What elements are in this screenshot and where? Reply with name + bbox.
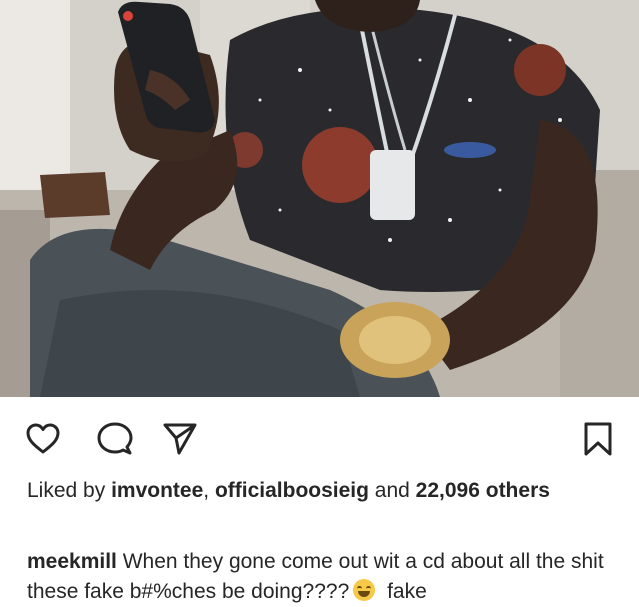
post-photo-graphic [0, 0, 639, 397]
likes-summary: Liked by imvontee, officialboosieig and … [27, 478, 607, 504]
likes-prefix: Liked by [27, 479, 112, 502]
post-photo[interactable] [0, 0, 639, 397]
liker-username-2[interactable]: officialboosieig [215, 479, 369, 502]
post-action-bar [0, 408, 639, 468]
caption-username[interactable]: meekmill [27, 550, 117, 573]
likes-separator: , [203, 479, 215, 502]
comment-icon[interactable] [97, 421, 133, 457]
heart-icon[interactable] [25, 421, 61, 457]
bookmark-icon[interactable] [580, 421, 616, 457]
likes-suffix[interactable]: others [480, 479, 550, 502]
likes-and: and [368, 479, 416, 502]
likes-count[interactable]: 22,096 [416, 479, 480, 502]
liker-username-1[interactable]: imvontee [111, 479, 203, 502]
post-caption: meekmill When they gone come out wit a c… [27, 547, 627, 607]
direct-share-icon[interactable] [162, 421, 198, 457]
face-with-tears-of-joy-icon [353, 579, 376, 601]
